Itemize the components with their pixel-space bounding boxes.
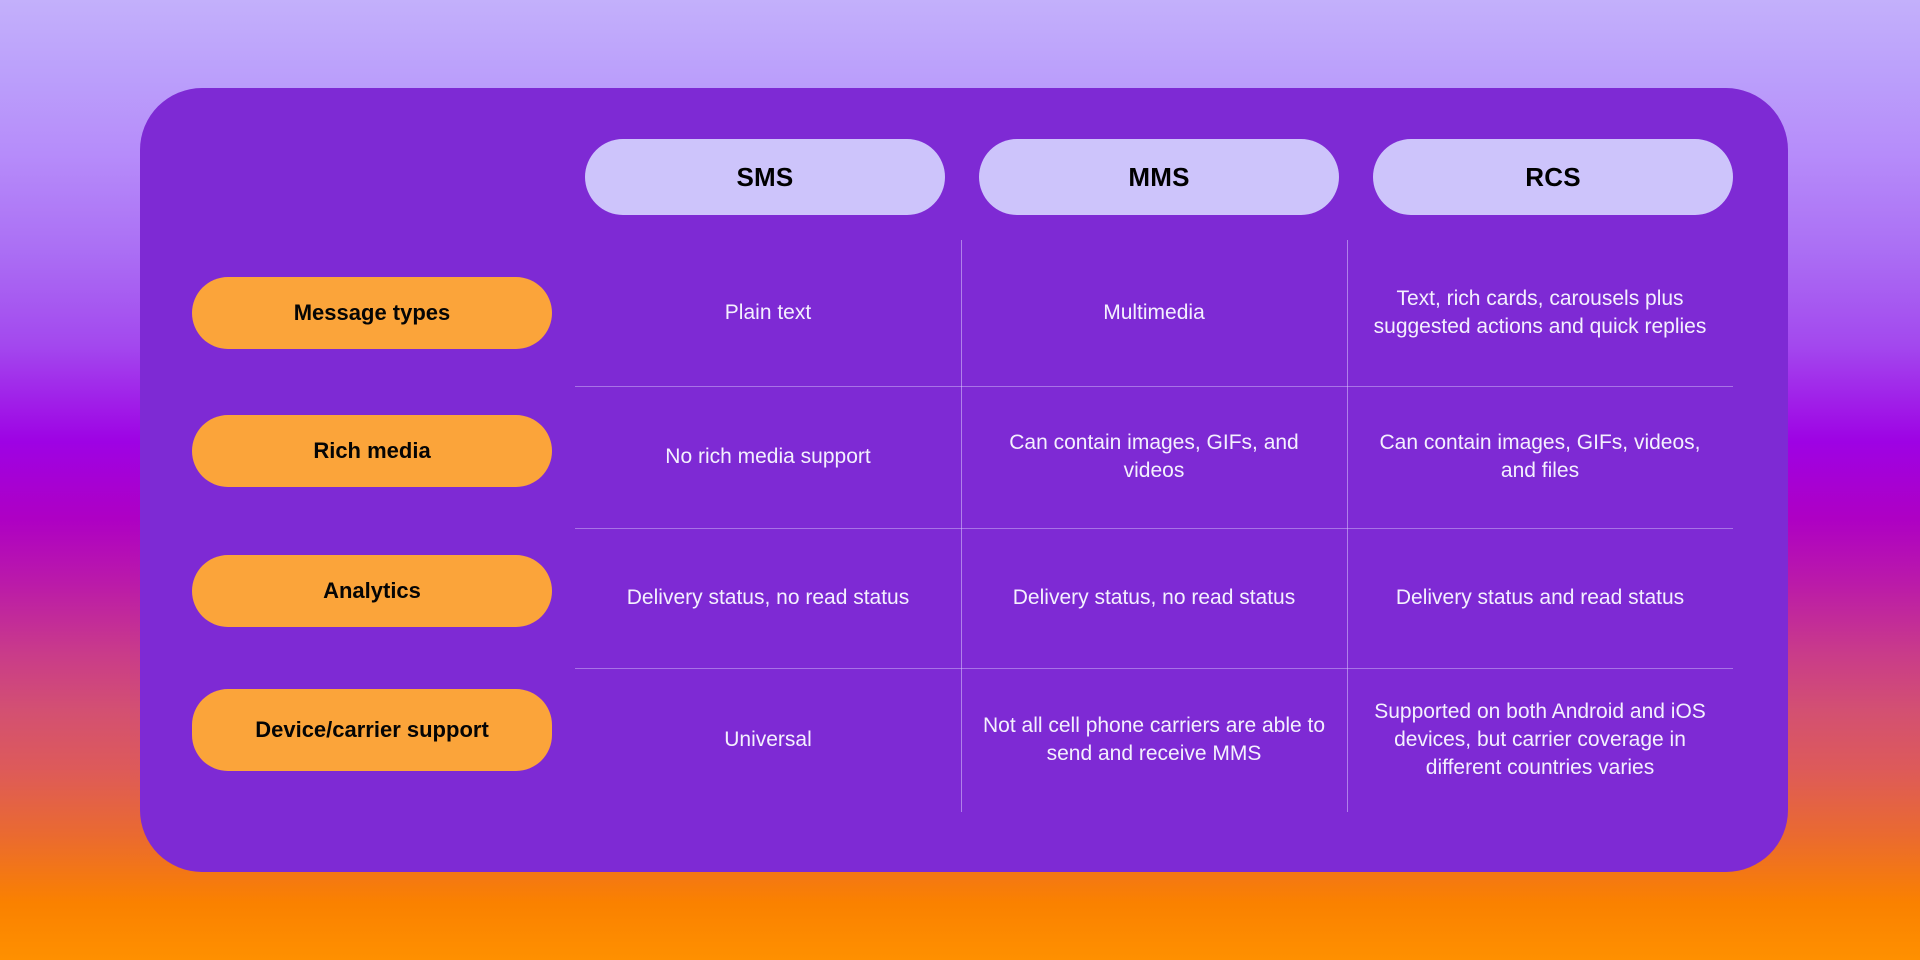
row-label-rich-media-text: Rich media [313,437,431,463]
cell-text: Delivery status, no read status [626,586,910,610]
cell-message-types-rcs: Text, rich cards, carousels plus suggest… [1347,240,1733,386]
column-divider [961,240,962,812]
cell-device-carrier-support-mms: Not all cell phone carriers are able to … [961,668,1347,812]
cell-text: Plain text [724,301,812,325]
row-divider [575,668,1733,669]
row-label-device-carrier-support: Device/carrier support [192,689,552,771]
column-header-rcs-label: RCS [1525,161,1581,192]
cell-analytics-mms: Delivery status, no read status [961,528,1347,668]
table-row: Plain text Multimedia Text, rich cards, … [575,240,1733,386]
cell-device-carrier-support-sms: Universal [575,668,961,812]
cell-analytics-sms: Delivery status, no read status [575,528,961,668]
row-divider [575,386,1733,387]
cell-message-types-sms: Plain text [575,240,961,386]
cell-text: Delivery status and read status [1395,586,1685,610]
table-row: Universal Not all cell phone carriers ar… [575,668,1733,812]
column-header-row: SMS MMS RCS [585,139,1733,215]
row-label-device-carrier-support-text: Device/carrier support [255,716,489,742]
cell-rich-media-mms: Can contain images, GIFs, and videos [961,386,1347,528]
cell-rich-media-rcs: Can contain images, GIFs, videos, and fi… [1347,386,1733,528]
cell-text: Not all cell phone carriers are able to … [983,714,1326,765]
column-header-mms-label: MMS [1128,161,1190,192]
cell-message-types-mms: Multimedia [961,240,1347,386]
cell-device-carrier-support-rcs: Supported on both Android and iOS device… [1347,668,1733,812]
cell-text: Can contain images, GIFs, and videos [1009,431,1299,482]
table-row: Delivery status, no read status Delivery… [575,528,1733,668]
cell-text: Multimedia [1103,301,1205,325]
table-row: No rich media support Can contain images… [575,386,1733,528]
cell-rich-media-sms: No rich media support [575,386,961,528]
cell-text: No rich media support [665,445,871,469]
column-header-sms: SMS [585,139,945,215]
cell-text: Delivery status, no read status [1012,586,1296,610]
row-label-message-types-text: Message types [293,299,451,325]
column-header-sms-label: SMS [736,161,794,192]
comparison-grid: Plain text Multimedia Text, rich cards, … [575,240,1733,812]
row-label-analytics-text: Analytics [323,577,421,603]
page-root: SMS MMS RCS Message types Rich media Ana… [0,0,1920,960]
row-label-message-types: Message types [192,277,552,349]
cell-text: Universal [724,728,812,752]
row-label-analytics: Analytics [192,555,552,627]
row-label-rich-media: Rich media [192,415,552,487]
column-divider [1347,240,1348,812]
cell-analytics-rcs: Delivery status and read status [1347,528,1733,668]
cell-text: Can contain images, GIFs, videos, and fi… [1379,431,1701,482]
column-header-rcs: RCS [1373,139,1733,215]
cell-text: Supported on both Android and iOS device… [1374,700,1706,779]
column-header-mms: MMS [979,139,1339,215]
row-label-column: Message types Rich media Analytics Devic… [192,277,552,823]
row-divider [575,528,1733,529]
cell-text: Text, rich cards, carousels plus suggest… [1373,287,1707,338]
